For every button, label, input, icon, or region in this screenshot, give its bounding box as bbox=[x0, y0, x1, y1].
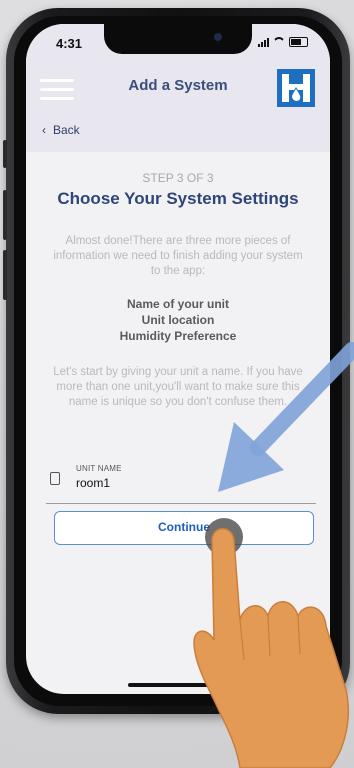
continue-button[interactable]: Continue bbox=[54, 511, 314, 545]
camera-dot bbox=[214, 33, 222, 41]
battery-icon bbox=[289, 37, 308, 47]
signal-icon bbox=[258, 37, 269, 47]
status-bar: 4:31 bbox=[26, 24, 330, 64]
back-button[interactable]: ‹ Back bbox=[42, 123, 80, 137]
status-time: 4:31 bbox=[56, 36, 83, 51]
mute-switch bbox=[3, 140, 7, 168]
intro-text: Almost done!There are three more pieces … bbox=[53, 235, 303, 277]
volume-up-button bbox=[3, 190, 7, 240]
system-icons bbox=[258, 37, 308, 47]
wifi-icon bbox=[273, 37, 285, 47]
section-heading: Choose Your System Settings bbox=[57, 189, 299, 208]
home-indicator bbox=[128, 683, 228, 687]
notch bbox=[104, 24, 252, 54]
step-indicator: STEP 3 OF 3 bbox=[142, 171, 214, 185]
app-header: Add a System ‹ Back bbox=[26, 64, 330, 152]
info-item: Unit location bbox=[141, 313, 215, 327]
tap-indicator bbox=[205, 518, 243, 556]
device-icon bbox=[50, 472, 60, 485]
back-label: Back bbox=[53, 123, 80, 137]
app-screen: 4:31 Add a System ‹ Back STEP 3 OF 3 Cho… bbox=[26, 24, 330, 694]
info-item: Name of your unit bbox=[126, 297, 229, 311]
unit-name-field[interactable]: UNIT NAME room1 bbox=[46, 463, 316, 504]
logo-icon bbox=[277, 69, 315, 107]
unit-name-label: UNIT NAME bbox=[76, 464, 122, 473]
volume-down-button bbox=[3, 250, 7, 300]
unit-name-value[interactable]: room1 bbox=[76, 476, 110, 490]
instruction-text: Let's start by giving your unit a name. … bbox=[53, 366, 303, 408]
back-chevron-icon: ‹ bbox=[42, 123, 46, 137]
info-item: Humidity Preference bbox=[119, 329, 237, 343]
